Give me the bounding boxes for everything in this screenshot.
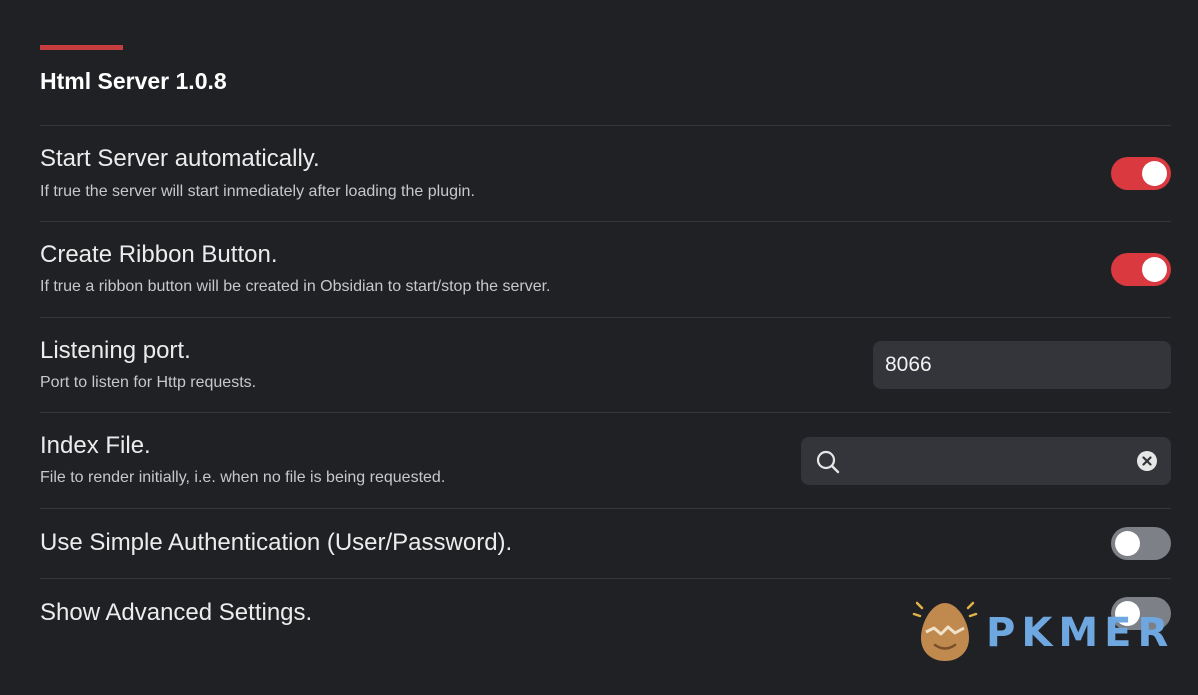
divider [40,317,1171,318]
pkmer-watermark: PKMER [912,600,1182,665]
toggle-knob [1142,161,1167,186]
setting-name: Listening port. [40,337,191,364]
plugin-title: Html Server 1.0.8 [40,68,227,94]
toggle-knob [1142,257,1167,282]
clear-icon[interactable] [1136,450,1158,472]
watermark-text: PKMER [986,610,1175,656]
setting-description: If true a ribbon button will be created … [40,278,551,295]
index-file-search-input[interactable] [801,437,1171,485]
divider [40,125,1171,126]
setting-name: Show Advanced Settings. [40,599,313,626]
toggle-knob [1115,531,1140,556]
plugin-accent-bar [40,45,123,50]
setting-description: File to render initially, i.e. when no f… [40,469,446,486]
egg-logo-icon [912,601,978,661]
divider [40,578,1171,579]
start-server-toggle[interactable] [1111,157,1171,190]
divider [40,412,1171,413]
setting-description: Port to listen for Http requests. [40,374,257,391]
setting-name: Create Ribbon Button. [40,241,278,268]
ribbon-button-toggle[interactable] [1111,253,1171,286]
setting-name: Use Simple Authentication (User/Password… [40,529,513,556]
simple-auth-toggle[interactable] [1111,527,1171,560]
divider [40,221,1171,222]
search-icon [816,450,840,474]
setting-name: Index File. [40,432,151,459]
divider [40,508,1171,509]
port-input[interactable]: 8066 [873,341,1171,389]
setting-description: If true the server will start inmediatel… [40,183,475,200]
setting-name: Start Server automatically. [40,145,320,172]
